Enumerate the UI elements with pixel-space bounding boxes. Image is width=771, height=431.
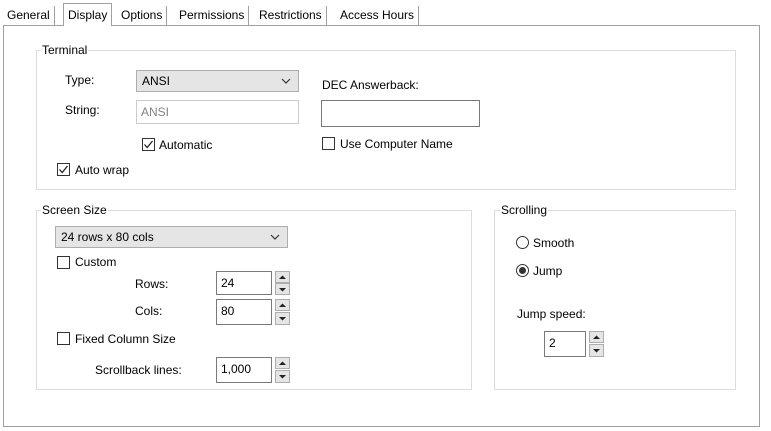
cols-label: Cols:: [135, 304, 163, 318]
cols-spinner[interactable]: [275, 299, 290, 325]
screen-size-dropdown[interactable]: 24 rows x 80 cols: [55, 226, 288, 248]
jump-speed-spinner[interactable]: [589, 331, 604, 357]
type-label: Type:: [65, 73, 95, 87]
chevron-down-icon: [281, 78, 291, 84]
jump-speed-spin-down-button[interactable]: [589, 344, 604, 357]
scrollback-spinner[interactable]: [275, 357, 290, 383]
smooth-label: Smooth: [533, 236, 575, 250]
scrollback-lines-input[interactable]: 1,000: [216, 357, 272, 383]
cols-spin-down-button[interactable]: [275, 312, 290, 325]
chevron-down-icon: [270, 234, 280, 240]
tab-options[interactable]: Options: [117, 6, 168, 25]
rows-input[interactable]: 24: [216, 271, 272, 295]
rows-spinner[interactable]: [275, 271, 290, 295]
scrolling-group: [494, 210, 736, 390]
terminal-type-value: ANSI: [142, 74, 171, 88]
fixed-column-size-checkbox[interactable]: [57, 332, 70, 345]
rows-spin-up-button[interactable]: [275, 271, 290, 283]
spin-down-arrow-icon: [593, 349, 600, 353]
terminal-group-legend: Terminal: [41, 43, 89, 57]
scrolling-group-legend: Scrolling: [500, 203, 549, 217]
use-computer-name-checkbox[interactable]: [322, 137, 335, 150]
cols-input[interactable]: 80: [216, 299, 272, 325]
tab-restrictions[interactable]: Restrictions: [255, 6, 327, 25]
terminal-type-dropdown[interactable]: ANSI: [136, 70, 299, 92]
dec-answerback-label: DEC Answerback:: [322, 78, 419, 92]
jump-speed-label: Jump speed:: [517, 307, 586, 321]
custom-checkbox[interactable]: [57, 256, 70, 269]
tab-display[interactable]: Display: [63, 3, 113, 26]
fixed-column-size-label: Fixed Column Size: [75, 332, 176, 346]
smooth-radio[interactable]: [516, 236, 529, 249]
tab-access-hours[interactable]: Access Hours: [336, 6, 420, 25]
checkmark-icon: [144, 140, 154, 149]
jump-speed-input[interactable]: 2: [544, 331, 586, 357]
jump-label: Jump: [533, 264, 563, 278]
scrollback-spin-down-button[interactable]: [275, 370, 290, 383]
rows-label: Rows:: [135, 277, 169, 291]
spin-down-arrow-icon: [279, 288, 286, 292]
spin-up-arrow-icon: [279, 303, 286, 307]
spin-up-arrow-icon: [593, 335, 600, 339]
tab-general[interactable]: General: [3, 6, 55, 25]
tab-permissions[interactable]: Permissions: [175, 6, 250, 25]
automatic-checkbox[interactable]: [142, 138, 155, 151]
spin-down-arrow-icon: [279, 375, 286, 379]
use-computer-name-label: Use Computer Name: [340, 137, 453, 151]
spin-up-arrow-icon: [279, 361, 286, 365]
jump-speed-spin-up-button[interactable]: [589, 331, 604, 343]
dec-answerback-input[interactable]: [321, 100, 480, 127]
cols-spin-up-button[interactable]: [275, 299, 290, 311]
screen-size-group-legend: Screen Size: [41, 203, 108, 217]
automatic-label: Automatic: [159, 138, 213, 152]
terminal-string-input[interactable]: ANSI: [136, 100, 299, 124]
screen-size-value: 24 rows x 80 cols: [61, 230, 154, 244]
custom-label: Custom: [75, 255, 117, 269]
jump-radio[interactable]: [516, 264, 529, 277]
auto-wrap-checkbox[interactable]: [57, 163, 70, 176]
scrollback-lines-label: Scrollback lines:: [95, 363, 182, 377]
auto-wrap-label: Auto wrap: [75, 163, 130, 177]
string-label: String:: [65, 103, 100, 117]
checkmark-icon: [59, 165, 69, 174]
rows-spin-down-button[interactable]: [275, 283, 290, 295]
scrollback-spin-up-button[interactable]: [275, 357, 290, 369]
spin-up-arrow-icon: [279, 275, 286, 279]
radio-selected-dot: [519, 267, 526, 274]
spin-down-arrow-icon: [279, 317, 286, 321]
